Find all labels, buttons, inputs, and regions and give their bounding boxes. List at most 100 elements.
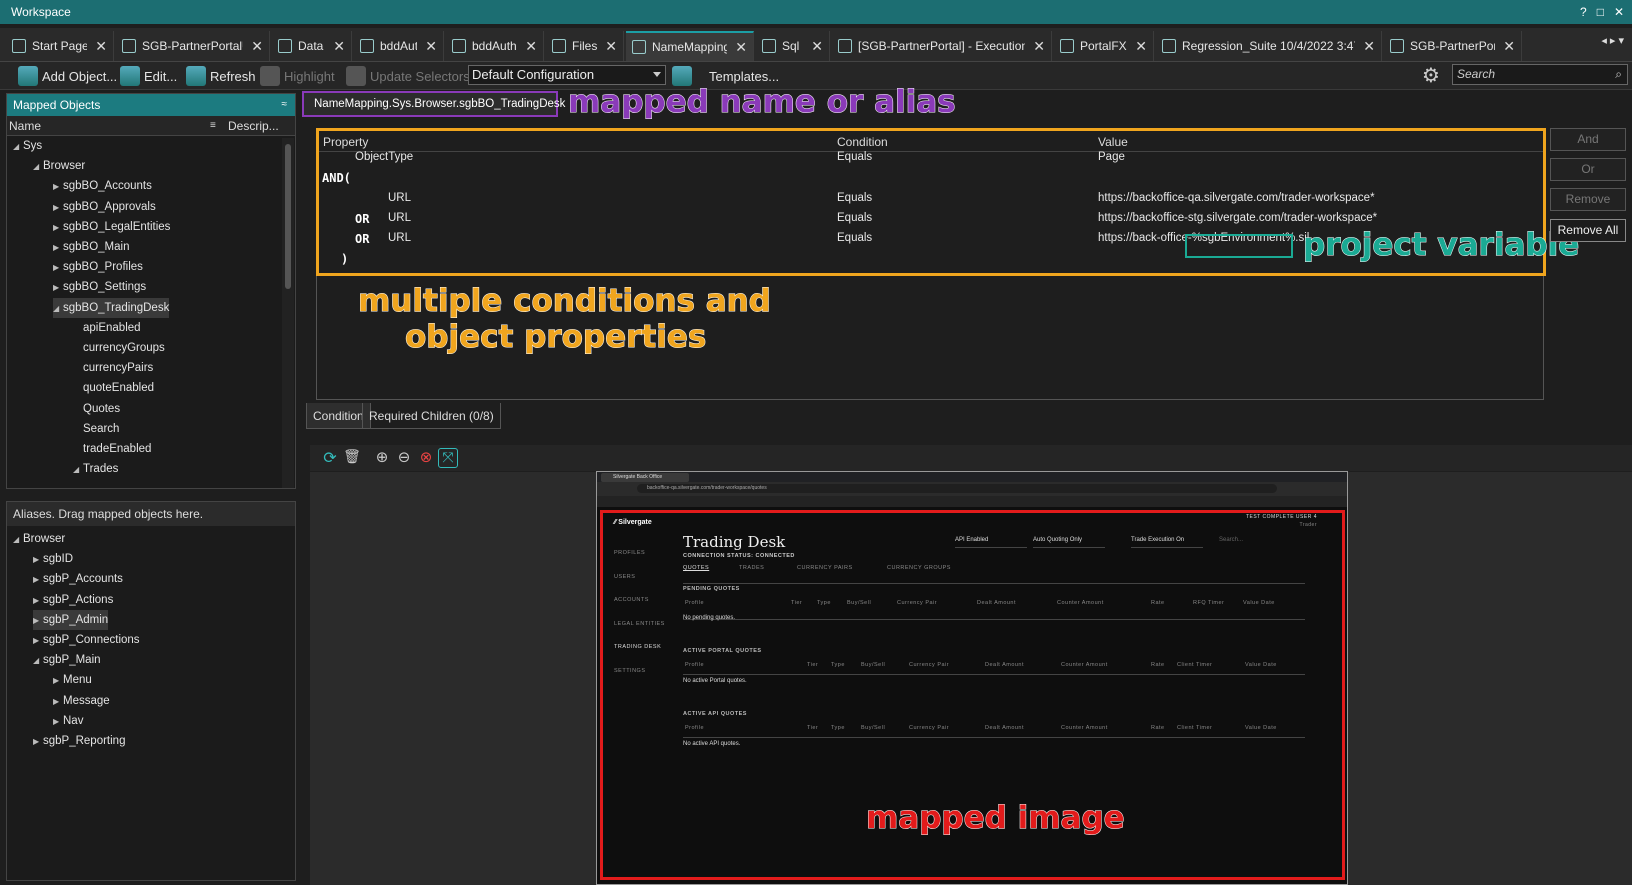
condition-property[interactable]: URL: [388, 232, 411, 244]
refresh-image-icon[interactable]: ⟳: [320, 448, 340, 468]
remove-all-button[interactable]: Remove All: [1550, 219, 1626, 242]
aliases-tree-item[interactable]: ◢ Browser: [13, 529, 65, 549]
add-object-button[interactable]: Add Object...: [18, 65, 117, 87]
condition-operator-value[interactable]: Equals: [837, 232, 872, 244]
column-name[interactable]: Name: [9, 116, 41, 136]
tab-condition[interactable]: Condition: [306, 403, 371, 429]
condition-operator-value[interactable]: Equals: [837, 212, 872, 224]
fit-to-window-icon[interactable]: ⤧: [438, 448, 458, 468]
remove-button[interactable]: Remove: [1550, 188, 1626, 211]
search-input[interactable]: Search ⌕: [1452, 64, 1628, 85]
mapped-tree-item[interactable]: ▶ sgbBO_Main: [53, 237, 129, 257]
close-icon[interactable]: ✕: [1363, 38, 1375, 55]
column-description[interactable]: Descrip...: [228, 116, 279, 136]
configuration-select[interactable]: Default Configuration: [468, 65, 666, 85]
mapped-tree-item[interactable]: ◢ sgbBO_TradingDesk: [53, 297, 170, 319]
condition-operator-value[interactable]: Equals: [837, 151, 872, 163]
zoom-out-icon[interactable]: ⊖: [394, 448, 414, 468]
help-button[interactable]: ?: [1580, 0, 1587, 24]
expand-icon[interactable]: ▶: [53, 218, 63, 238]
refresh-button[interactable]: Refresh: [186, 65, 256, 87]
expand-icon[interactable]: ◢: [13, 530, 23, 550]
condition-operator-value[interactable]: Equals: [837, 192, 872, 204]
tab-1[interactable]: SGB-PartnerPortalUX ✕: [116, 31, 270, 61]
aliases-tree-item[interactable]: ▶ sgbP_Reporting: [33, 731, 125, 751]
zoom-in-icon[interactable]: ⊕: [372, 448, 392, 468]
expand-icon[interactable]: ▶: [33, 611, 43, 631]
close-icon[interactable]: ✕: [425, 38, 437, 55]
expand-icon[interactable]: ▶: [33, 732, 43, 752]
expand-icon[interactable]: ◢: [33, 651, 43, 671]
aliases-tree-item[interactable]: ◢ sgbP_Main: [33, 650, 101, 670]
collapse-icon[interactable]: ≈: [282, 94, 288, 116]
gear-icon[interactable]: ⚙: [1422, 63, 1440, 88]
update-selectors-button[interactable]: Update Selectors: [346, 65, 470, 87]
tab-11[interactable]: SGB-PartnerPortal ✕: [1384, 31, 1522, 61]
close-icon[interactable]: ✕: [1033, 38, 1045, 55]
close-icon[interactable]: ✕: [811, 38, 823, 55]
expand-icon[interactable]: ▶: [33, 591, 43, 611]
scrollbar-thumb[interactable]: [285, 144, 291, 289]
expand-icon[interactable]: ▶: [53, 671, 63, 691]
highlight-button[interactable]: Highlight: [260, 65, 335, 87]
mapped-tree-item[interactable]: quoteEnabled: [73, 378, 154, 398]
close-button[interactable]: ✕: [1614, 0, 1624, 24]
mapped-objects-scrollbar[interactable]: [282, 138, 294, 488]
aliases-tree-item[interactable]: ▶ sgbP_Accounts: [33, 569, 123, 589]
maximize-button[interactable]: □: [1597, 0, 1604, 24]
condition-value[interactable]: https://backoffice-qa.silvergate.com/tra…: [1098, 192, 1375, 204]
tab-0[interactable]: Start Page ✕: [6, 31, 114, 61]
mapped-tree-item[interactable]: Search: [73, 419, 119, 439]
close-icon[interactable]: ✕: [251, 38, 263, 55]
expand-icon[interactable]: ▶: [53, 198, 63, 218]
mapped-tree-item[interactable]: currencyGroups: [73, 338, 165, 358]
mapped-tree-item[interactable]: ▶ sgbBO_Approvals: [53, 197, 156, 217]
expand-icon[interactable]: ▶: [53, 692, 63, 712]
aliases-tree-item[interactable]: ▶ sgbP_Actions: [33, 590, 113, 610]
tab-10[interactable]: Regression_Suite 10/4/2022 3:47:... ✕: [1156, 31, 1382, 61]
or-button[interactable]: Or: [1550, 158, 1626, 181]
tab-9[interactable]: PortalFX ✕: [1054, 31, 1154, 61]
aliases-tree-item[interactable]: ▶ Message: [53, 691, 110, 711]
tab-scroll-arrows[interactable]: ◂ ▸ ▾: [1601, 34, 1624, 47]
condition-property[interactable]: URL: [388, 212, 411, 224]
expand-icon[interactable]: ▶: [33, 570, 43, 590]
close-icon[interactable]: ✕: [605, 38, 617, 55]
expand-icon[interactable]: ▶: [53, 278, 63, 298]
expand-icon[interactable]: ◢: [73, 460, 83, 480]
delete-image-icon[interactable]: 🗑: [342, 448, 362, 468]
close-icon[interactable]: ✕: [735, 39, 747, 56]
condition-property[interactable]: ObjectType: [355, 151, 413, 163]
aliases-tree-item[interactable]: ▶ sgbID: [33, 549, 73, 569]
aliases-tree-item[interactable]: ▶ Menu: [53, 670, 92, 690]
expand-icon[interactable]: ▶: [33, 631, 43, 651]
expand-icon[interactable]: ▶: [53, 177, 63, 197]
expand-icon[interactable]: ◢: [33, 157, 43, 177]
tab-4[interactable]: bddAuth ✕: [446, 31, 544, 61]
aliases-tree-item[interactable]: ▶ sgbP_Connections: [33, 630, 140, 650]
mapped-tree-item[interactable]: currencyPairs: [73, 358, 153, 378]
tab-7[interactable]: Sql ✕: [756, 31, 830, 61]
zoom-reset-icon[interactable]: ⊗: [416, 448, 436, 468]
mapped-tree-item[interactable]: ◢ Trades: [73, 459, 118, 479]
close-icon[interactable]: ✕: [1135, 38, 1147, 55]
close-icon[interactable]: ✕: [95, 38, 107, 55]
tab-required-children[interactable]: Required Children (0/8): [362, 403, 501, 429]
mapped-tree-item[interactable]: ▶ sgbBO_Settings: [53, 277, 146, 297]
expand-icon[interactable]: ▶: [53, 238, 63, 258]
mapped-tree-item[interactable]: Quotes: [73, 399, 120, 419]
mapped-tree-item[interactable]: ▶ sgbBO_LegalEntities: [53, 217, 170, 237]
edit-button[interactable]: Edit...: [120, 65, 177, 87]
close-icon[interactable]: ✕: [525, 38, 537, 55]
and-button[interactable]: And: [1550, 128, 1626, 151]
mapped-tree-item[interactable]: ◢ Sys: [13, 136, 42, 156]
mapped-tree-item[interactable]: apiEnabled: [73, 318, 141, 338]
tab-3[interactable]: bddAuth ✕: [354, 31, 444, 61]
tab-5[interactable]: Files ✕: [546, 31, 624, 61]
mapped-tree-item[interactable]: tradeEnabled: [73, 439, 151, 459]
condition-property[interactable]: URL: [388, 192, 411, 204]
close-icon[interactable]: ✕: [1503, 38, 1515, 55]
tab-2[interactable]: Data ✕: [272, 31, 352, 61]
mapped-tree-item[interactable]: ▶ sgbBO_Profiles: [53, 257, 143, 277]
expand-icon[interactable]: ◢: [53, 299, 63, 319]
